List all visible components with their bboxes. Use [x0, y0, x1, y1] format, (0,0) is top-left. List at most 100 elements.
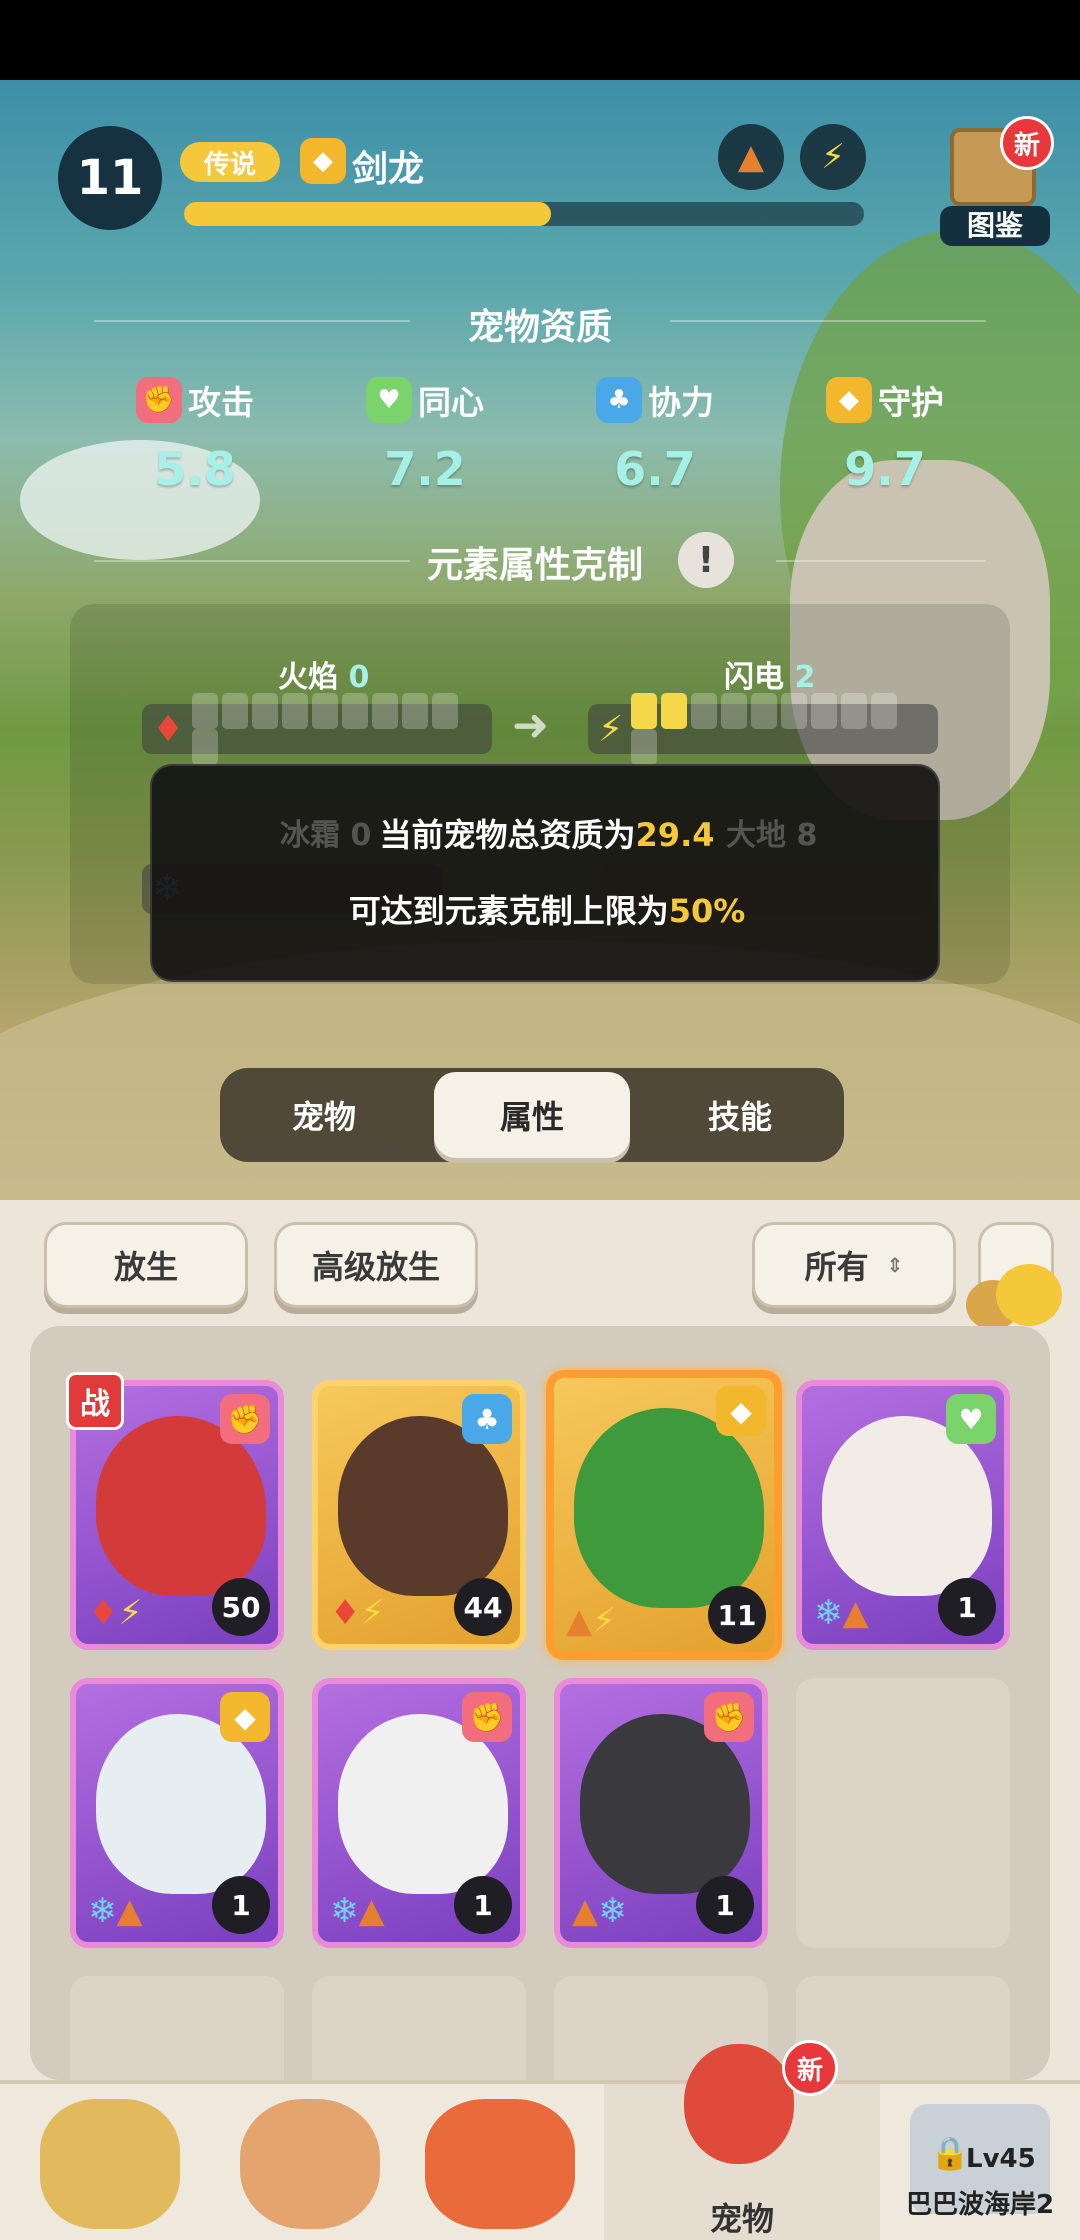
element-segment [342, 693, 369, 729]
earth-icon: ▲ [116, 1891, 143, 1931]
level-text: 1 [473, 1888, 493, 1922]
nav-locked-area[interactable]: 🔒 Lv45 巴巴波海岸2 [880, 2084, 1080, 2240]
thunder-label: 闪电 [724, 660, 784, 695]
guard-icon: ◆ [716, 1386, 766, 1436]
thunder-element-button[interactable]: ⚡ [800, 124, 866, 190]
thunder-icon: ⚡ [821, 137, 845, 177]
element-icons: ❄▲ [814, 1596, 869, 1630]
pet-inventory-panel: 放生 高级放生 所有 ⇕ 聊天 ✊ ♦⚡ 50 战 ♣ ♦⚡ 44 ◆ ▲⚡ [0, 1200, 1080, 2080]
stat-label: 攻击 [188, 383, 254, 422]
codex-new-badge: 新 [1000, 116, 1054, 170]
detail-tabs: 宠物 属性 技能 [220, 1068, 844, 1162]
earth-element-button[interactable]: ▲ [718, 124, 784, 190]
element-segment [252, 693, 279, 729]
element-icons: ▲❄ [572, 1894, 627, 1928]
pet-nav-icon [684, 2044, 794, 2164]
earth-icon: ▲ [358, 1891, 385, 1931]
nav-character-3[interactable] [400, 2084, 600, 2240]
pet-level-badge: 1 [212, 1876, 270, 1934]
aptitude-tooltip: 冰霜 0 大地 8 当前宠物总资质为29.4 可达到元素克制上限为50% [150, 764, 940, 982]
fire-label-row: 火焰 0 [278, 652, 369, 696]
guard-type-icon: ◆ [300, 138, 346, 184]
fire-bar: ♦ [142, 693, 492, 765]
thunder-label-row: 闪电 2 [724, 652, 815, 696]
character-portrait [40, 2099, 180, 2229]
element-segment [192, 693, 219, 729]
codex-button[interactable]: 新 图鉴 [940, 116, 1054, 246]
heart-icon: ♥ [366, 377, 412, 423]
element-segment [871, 693, 898, 729]
locked-area-name: 巴巴波海岸2 [905, 2190, 1055, 2220]
elements-info-button[interactable]: ! [678, 532, 734, 588]
attack-icon: ✊ [704, 1692, 754, 1742]
element-icons: ♦⚡ [88, 1596, 142, 1630]
nav-pet-tab[interactable]: 新 宠物 [604, 2040, 880, 2240]
release-button[interactable]: 放生 [44, 1222, 248, 1308]
fire-icon: ♦ [88, 1593, 119, 1633]
element-segment [691, 693, 718, 729]
element-icons: ❄▲ [88, 1894, 143, 1928]
ice-icon: ❄ [598, 1891, 627, 1931]
tooltip-total-value: 29.4 [635, 816, 715, 854]
stat-heart: ♥ 同心 7.2 [310, 376, 540, 496]
nav-character-2[interactable] [210, 2084, 410, 2240]
tooltip-line-total: 当前宠物总资质为29.4 [152, 810, 942, 856]
level-text: 1 [231, 1888, 251, 1922]
advanced-release-label: 高级放生 [311, 1248, 440, 1286]
pet-card[interactable]: ◆ ❄▲ 1 [70, 1678, 284, 1948]
codex-badge-text: 新 [1013, 130, 1040, 161]
tab-pet[interactable]: 宠物 [224, 1072, 424, 1158]
pet-card[interactable]: ♣ ♦⚡ 44 [312, 1380, 526, 1650]
pet-level-badge: 1 [454, 1876, 512, 1934]
stat-guard: ◆ 守护 9.7 [770, 376, 1000, 496]
pet-level-badge: 11 [708, 1586, 766, 1644]
tooltip-cap-text: 可达到元素克制上限为 [348, 892, 669, 930]
stat-label: 守护 [878, 383, 944, 422]
level-circle: 11 [58, 126, 162, 230]
tooltip-total-text: 当前宠物总资质为 [379, 816, 636, 854]
pet-card[interactable]: ✊ ▲❄ 1 [554, 1678, 768, 1948]
attack-icon: ✊ [220, 1394, 270, 1444]
aptitude-divider-left [94, 320, 410, 322]
fire-icon: ♦ [152, 708, 185, 750]
pet-level-badge: 44 [454, 1578, 512, 1636]
thunder-bar: ⚡ [588, 693, 938, 765]
element-segment [781, 693, 808, 729]
pet-level-badge: 1 [938, 1578, 996, 1636]
lock-icon: 🔒 [930, 2134, 970, 2172]
thunder-icon: ⚡ [598, 708, 624, 750]
ice-icon: ❄ [814, 1593, 843, 1633]
elements-title: 元素属性克制 [426, 545, 643, 586]
codex-label: 图鉴 [940, 206, 1050, 246]
tab-skills[interactable]: 技能 [640, 1072, 840, 1158]
ice-icon: ❄ [88, 1891, 117, 1931]
stat-value: 9.7 [844, 442, 926, 496]
sort-arrows-icon: ⇕ [886, 1253, 904, 1277]
nav-character-1[interactable] [10, 2084, 210, 2240]
earth-icon: ▲ [572, 1891, 599, 1931]
fire-icon: ♦ [330, 1593, 361, 1633]
pet-portrait [574, 1408, 764, 1608]
fire-label: 火焰 [278, 660, 338, 695]
guard-icon: ◆ [220, 1692, 270, 1742]
release-label: 放生 [113, 1248, 178, 1286]
cooperation-icon: ♣ [596, 377, 642, 423]
fire-segments [192, 693, 482, 765]
pet-card-selected[interactable]: ◆ ▲⚡ 11 [546, 1370, 782, 1660]
filter-dropdown[interactable]: 所有 ⇕ [752, 1222, 956, 1308]
tab-attributes[interactable]: 属性 [434, 1072, 630, 1158]
pet-nav-label: 宠物 [709, 2200, 774, 2238]
stat-label: 同心 [418, 383, 484, 422]
counter-arrow-icon: ➜ [512, 700, 549, 751]
element-segment [222, 693, 249, 729]
filter-label: 所有 [804, 1248, 869, 1286]
pet-card[interactable]: ♥ ❄▲ 1 [796, 1380, 1010, 1650]
advanced-release-button[interactable]: 高级放生 [274, 1222, 478, 1308]
stat-attack: ✊ 攻击 5.8 [80, 376, 310, 496]
empty-pet-slot [70, 1976, 284, 2080]
attack-icon: ✊ [136, 377, 182, 423]
pet-card[interactable]: ✊ ❄▲ 1 [312, 1678, 526, 1948]
earth-icon: ▲ [566, 1601, 593, 1641]
character-portrait [240, 2099, 380, 2229]
pet-name: 剑龙 [352, 149, 425, 190]
